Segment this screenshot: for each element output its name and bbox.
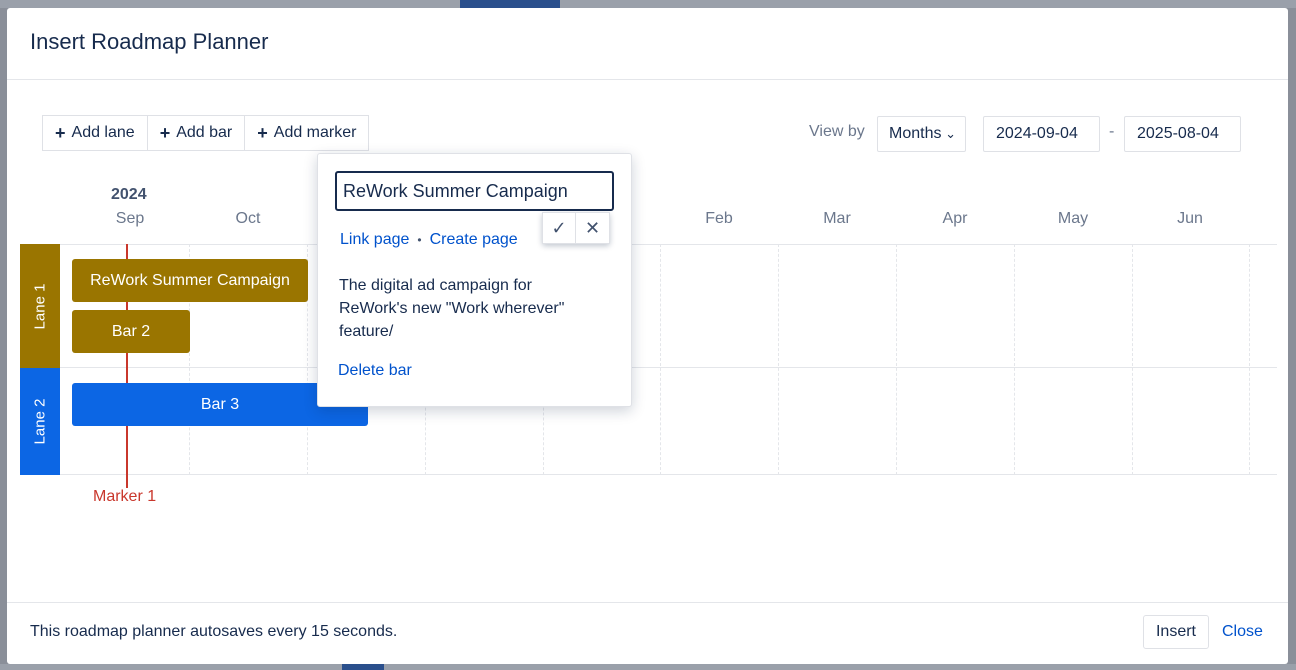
- add-marker-button[interactable]: + Add marker: [244, 115, 370, 151]
- date-separator: -: [1109, 123, 1115, 140]
- year-label: 2024: [111, 186, 147, 203]
- title-actions: ✓ ✕: [542, 212, 610, 244]
- bar-title-input[interactable]: [335, 171, 614, 211]
- bar-description[interactable]: The digital ad campaign for ReWork's new…: [339, 274, 599, 343]
- lane-label: Lane 2: [31, 398, 49, 445]
- plus-icon: +: [159, 123, 171, 143]
- dialog-footer: This roadmap planner autosaves every 15 …: [7, 602, 1288, 664]
- lane-1[interactable]: Lane 1: [20, 244, 60, 368]
- delete-bar-link[interactable]: Delete bar: [338, 362, 412, 380]
- month-label: Jun: [1177, 210, 1203, 227]
- bar-label: Bar 2: [111, 322, 151, 340]
- grid-line: [20, 367, 1277, 368]
- insert-button[interactable]: Insert: [1143, 615, 1209, 649]
- month-label: May: [1057, 210, 1089, 227]
- grid-line: [20, 244, 1277, 245]
- add-lane-button[interactable]: + Add lane: [42, 115, 148, 151]
- grid-line: [1132, 244, 1133, 475]
- confirm-button[interactable]: ✓: [542, 212, 576, 244]
- roadmap-bar[interactable]: ReWork Summer Campaign: [72, 259, 308, 302]
- background-app-strip: [0, 0, 1296, 8]
- add-lane-label: Add lane: [71, 124, 135, 141]
- background-app-bottom-accent: [342, 664, 384, 670]
- close-icon: ✕: [584, 217, 601, 238]
- lane-2[interactable]: Lane 2: [20, 368, 60, 475]
- add-bar-button[interactable]: + Add bar: [146, 115, 246, 151]
- bar-edit-popover: ✓ ✕ Link page • Create page The digital …: [317, 153, 632, 407]
- month-label: Feb: [705, 210, 733, 227]
- month-label: Oct: [235, 210, 261, 227]
- view-by-label: View by: [809, 123, 865, 140]
- month-label: Mar: [823, 210, 851, 227]
- grid-line: [20, 474, 1277, 475]
- check-icon: ✓: [551, 217, 567, 238]
- grid-line: [896, 244, 897, 475]
- marker-label[interactable]: Marker 1: [93, 488, 156, 506]
- add-marker-label: Add marker: [273, 124, 357, 141]
- toolbar: + Add lane + Add bar + Add marker: [42, 115, 370, 151]
- add-bar-label: Add bar: [176, 124, 233, 141]
- page-links: Link page • Create page: [340, 231, 518, 249]
- roadmap-bar[interactable]: Bar 2: [72, 310, 190, 353]
- grid-line: [1249, 244, 1250, 475]
- dialog-title: Insert Roadmap Planner: [30, 29, 269, 54]
- autosave-note: This roadmap planner autosaves every 15 …: [30, 623, 398, 640]
- plus-icon: +: [257, 123, 268, 143]
- background-app-bottom: [0, 664, 1296, 670]
- roadmap-dialog: Insert Roadmap Planner + Add lane + Add …: [7, 8, 1288, 664]
- close-button[interactable]: Close: [1222, 623, 1263, 641]
- view-by-select[interactable]: Months ⌄: [877, 116, 966, 152]
- grid-line: [1014, 244, 1015, 475]
- bar-label: Bar 3: [200, 395, 240, 413]
- link-separator: •: [417, 233, 422, 247]
- dialog-header: Insert Roadmap Planner: [7, 8, 1288, 80]
- background-app-accent: [460, 0, 560, 8]
- link-page-link[interactable]: Link page: [340, 231, 409, 249]
- end-date-input[interactable]: 2025-08-04: [1124, 116, 1241, 152]
- month-label: Sep: [115, 210, 145, 227]
- start-date-input[interactable]: 2024-09-04: [983, 116, 1100, 152]
- cancel-button[interactable]: ✕: [576, 212, 610, 244]
- grid-line: [660, 244, 661, 475]
- view-by-value: Months: [889, 125, 942, 142]
- plus-icon: +: [55, 123, 66, 143]
- month-label: Apr: [942, 210, 968, 227]
- chevron-down-icon: ⌄: [945, 126, 956, 141]
- grid-line: [778, 244, 779, 475]
- lane-label: Lane 1: [31, 283, 49, 329]
- bar-label: ReWork Summer Campaign: [90, 271, 290, 289]
- create-page-link[interactable]: Create page: [430, 231, 518, 249]
